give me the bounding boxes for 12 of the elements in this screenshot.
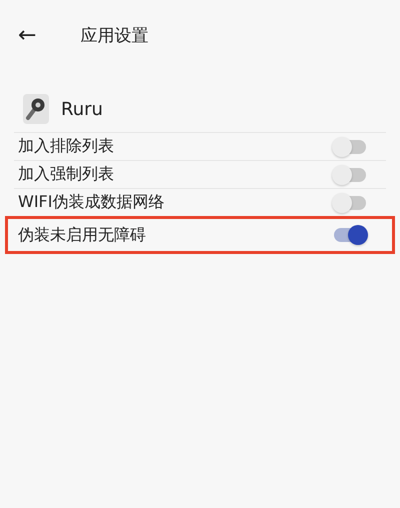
app-name: Ruru: [61, 98, 103, 120]
toggle-switch[interactable]: [334, 140, 366, 154]
magnifier-icon: [23, 94, 49, 124]
toggle-switch[interactable]: [334, 196, 366, 210]
setting-label: 伪装未启用无障碍: [18, 224, 146, 246]
toggle-switch[interactable]: [334, 228, 366, 242]
toggle-switch[interactable]: [334, 168, 366, 182]
setting-label: 加入排除列表: [18, 136, 114, 157]
page-title: 应用设置: [80, 24, 148, 46]
setting-label: 加入强制列表: [18, 164, 114, 185]
back-button[interactable]: ←: [14, 22, 40, 48]
setting-label: WIFI伪装成数据网络: [18, 192, 164, 213]
